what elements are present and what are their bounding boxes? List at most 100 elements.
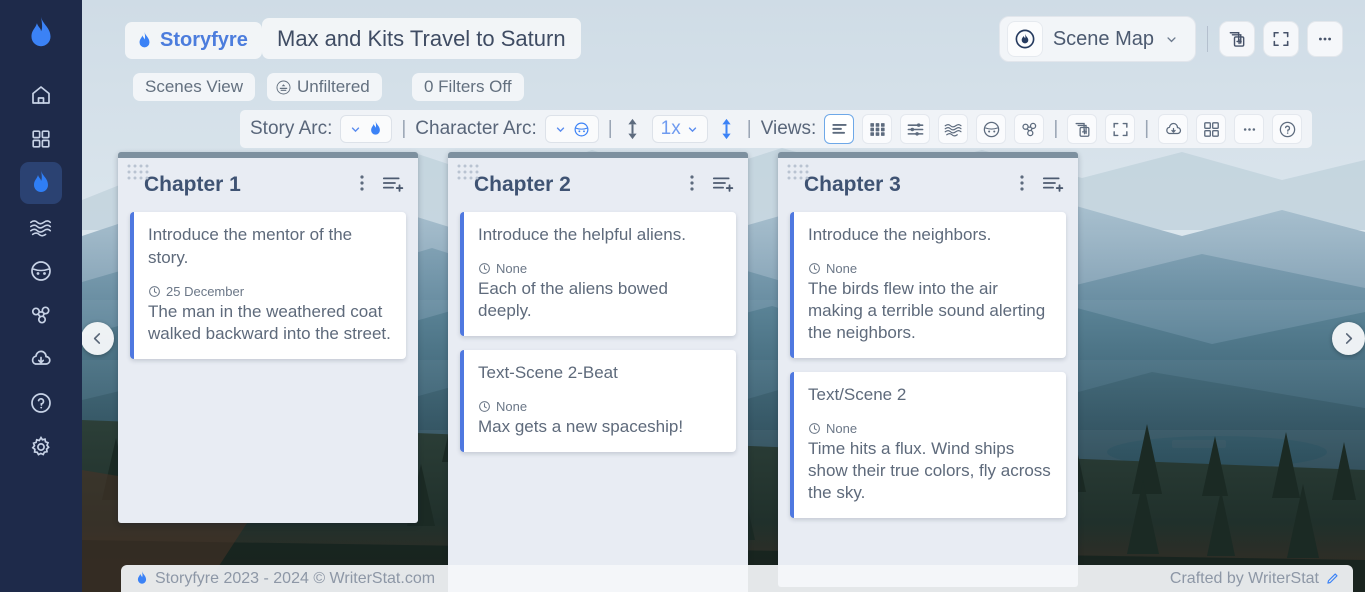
list-lines-icon [830,120,849,139]
duplicate-add-icon [1227,29,1247,49]
view-waves-button[interactable] [938,114,968,144]
toolbar-divider-3: | [746,118,753,140]
column-actions [684,173,736,198]
story-arc-label: Story Arc: [250,118,332,140]
view-settings-button[interactable] [900,114,930,144]
fullscreen-button[interactable] [1263,21,1299,57]
scene-card-title: Introduce the helpful aliens. [478,224,722,247]
nodes-icon [1020,120,1039,139]
toolbar-apps-button[interactable] [1196,114,1226,144]
board-next-button[interactable] [1332,322,1365,355]
chevron-right-icon [1340,330,1357,347]
column-drop-area[interactable] [118,373,418,523]
brand-chip[interactable]: Storyfyre [125,22,262,59]
toolbar-fullscreen-button[interactable] [1105,114,1135,144]
scene-map-selector[interactable]: Scene Map [999,16,1196,62]
scene-card[interactable]: Text-Scene 2-Beat None Max gets a new sp… [460,350,736,452]
app-logo [19,12,63,56]
project-title[interactable]: Max and Kits Travel to Saturn [262,18,581,59]
sidebar-item-relations[interactable] [20,294,62,336]
footer-credit: Crafted by WriterStat [1170,570,1339,588]
sidebar-item-settings[interactable] [20,426,62,468]
toolbar-more-button[interactable] [1234,114,1264,144]
board-prev-button[interactable] [81,322,114,355]
collapse-rows-button[interactable] [622,116,644,142]
grid-squares-icon [30,128,52,150]
chevron-down-icon [1164,32,1179,47]
scene-card[interactable]: Introduce the helpful aliens. None Each … [460,212,736,336]
duplicate-button[interactable] [1219,21,1255,57]
kebab-menu-icon [684,173,700,193]
toolbar-divider-5: | [1143,118,1150,140]
more-button[interactable] [1307,21,1343,57]
face-icon [29,259,53,283]
scene-card-body: Each of the aliens bowed deeply. [478,278,722,322]
sidebar-item-timeline[interactable] [20,206,62,248]
scene-card-meta: None [808,421,1052,436]
footer-copyright-text: Storyfyre 2023 - 2024 © WriterStat.com [155,570,435,588]
scene-card[interactable]: Introduce the neighbors. None The birds … [790,212,1066,358]
toolbar-help-button[interactable] [1272,114,1302,144]
sidebar-item-story[interactable] [20,162,62,204]
view-character-button[interactable] [976,114,1006,144]
toolbar-divider-4: | [1052,118,1059,140]
column-menu-button[interactable] [354,173,370,198]
scene-card[interactable]: Text/Scene 2 None Time hits a flux. Wind… [790,372,1066,518]
kebab-menu-icon [354,173,370,193]
top-right-controls: Scene Map [999,16,1343,62]
toolbar-duplicate-button[interactable] [1067,114,1097,144]
sidebar-item-help[interactable] [20,382,62,424]
question-circle-icon [29,391,53,415]
unfiltered-chip[interactable]: Unfiltered [267,73,382,101]
add-scene-button[interactable] [1042,173,1066,198]
drag-handle-icon[interactable] [786,163,812,185]
zoom-select[interactable]: 1x [652,115,708,143]
ellipsis-icon [1315,29,1335,49]
scene-card-time: None [496,399,527,414]
sidebar-item-dashboard[interactable] [20,118,62,160]
face-icon [573,121,590,138]
unfiltered-label: Unfiltered [297,77,370,97]
chevron-down-icon [686,123,699,136]
expand-rows-button[interactable] [716,116,738,142]
flame-icon [368,120,383,138]
flame-icon [24,15,58,53]
grid-squares-icon [1202,120,1221,139]
column-actions [354,173,406,198]
chevron-down-icon [554,123,567,136]
sidebar-item-cloud[interactable] [20,338,62,380]
sidebar-item-characters[interactable] [20,250,62,292]
scene-map-label: Scene Map [1053,28,1154,51]
scene-card-time: None [826,261,857,276]
scenes-view-chip[interactable]: Scenes View [133,73,255,101]
filters-off-chip[interactable]: 0 Filters Off [412,73,524,101]
toolbar-cloud-button[interactable] [1158,114,1188,144]
view-relations-button[interactable] [1014,114,1044,144]
scene-card-meta: 25 December [148,284,392,299]
footer-copyright: Storyfyre 2023 - 2024 © WriterStat.com [135,570,435,588]
expand-icon [1271,29,1291,49]
column-menu-button[interactable] [684,173,700,198]
add-scene-icon [382,173,406,193]
chevron-left-icon [89,330,106,347]
nodes-icon [29,303,53,327]
character-arc-select[interactable] [545,115,599,143]
add-scene-button[interactable] [712,173,736,198]
expand-icon [1111,120,1130,139]
drag-handle-icon[interactable] [126,163,152,185]
column-title: Chapter 1 [144,173,354,197]
column-menu-button[interactable] [1014,173,1030,198]
view-list-button[interactable] [824,114,854,144]
cloud-download-icon [29,347,53,371]
sidebar-item-home[interactable] [20,74,62,116]
brand-name: Storyfyre [160,29,248,52]
add-scene-button[interactable] [382,173,406,198]
view-grid-button[interactable] [862,114,892,144]
drag-handle-icon[interactable] [456,163,482,185]
clock-icon [808,422,821,435]
views-label: Views: [761,118,817,140]
story-arc-select[interactable] [340,115,392,143]
scene-card-body: Max gets a new spaceship! [478,416,722,438]
column-actions [1014,173,1066,198]
scene-card[interactable]: Introduce the mentor of the story. 25 De… [130,212,406,359]
